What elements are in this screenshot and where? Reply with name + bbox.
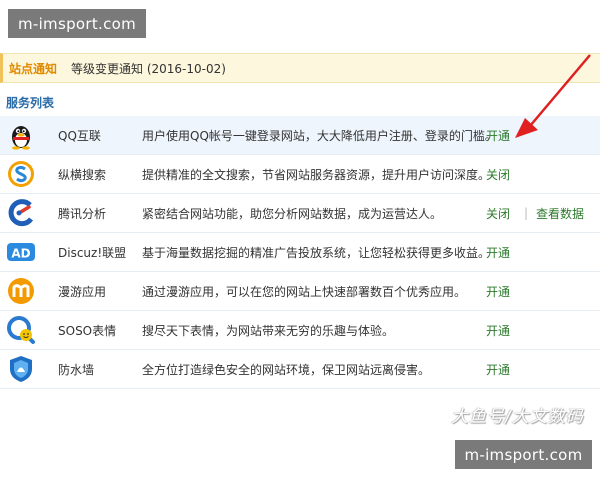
service-list: QQ互联 用户使用QQ帐号一键登录网站，大大降低用户注册、登录的门槛。 开通 纵… [0, 116, 600, 389]
service-row-discuz-union: AD Discuz!联盟 基于海量数据挖掘的精准广告投放系统，让您轻松获得更多收… [0, 233, 600, 272]
service-description: 基于海量数据挖掘的精准广告投放系统，让您轻松获得更多收益。 [142, 245, 491, 260]
service-description: 用户使用QQ帐号一键登录网站，大大降低用户注册、登录的门槛。 [142, 128, 497, 143]
view-data-link[interactable]: 查看数据 [536, 205, 584, 222]
service-action-link[interactable]: 开通 [486, 322, 516, 339]
site-notice-bar: 站点通知 等级变更通知 (2016-10-02) [0, 53, 600, 83]
service-description: 紧密结合网站功能，助您分析网站数据，成为运营达人。 [142, 206, 443, 221]
service-row-roaming-apps: 漫游应用 通过漫游应用，可以在您的网站上快速部署数百个优秀应用。 开通 [0, 272, 600, 311]
service-action-link[interactable]: 开通 [486, 127, 516, 144]
service-name: 纵横搜索 [58, 167, 107, 182]
service-row-analytics: 腾讯分析 紧密结合网站功能，助您分析网站数据，成为运营达人。 关闭 | 查看数据 [0, 194, 600, 233]
service-row-search: 纵横搜索 提供精准的全文搜索，节省网站服务器资源，提升用户访问深度。 关闭 [0, 155, 600, 194]
service-action-link[interactable]: 开通 [486, 244, 516, 261]
watermark-brand: 大鱼号/大文数码 [451, 407, 584, 427]
service-name: 防水墙 [58, 362, 95, 377]
service-description: 搜尽天下表情，为网站带来无穷的乐趣与体验。 [142, 323, 395, 338]
service-action-link[interactable]: 开通 [486, 283, 516, 300]
service-name: 漫游应用 [58, 284, 107, 299]
service-row-soso-emoticons: SOSO表情 搜尽天下表情，为网站带来无穷的乐趣与体验。 开通 [0, 311, 600, 350]
notice-link[interactable]: 等级变更通知 (2016-10-02) [71, 60, 226, 77]
roaming-m-icon [8, 278, 34, 304]
analytics-icon [8, 199, 34, 227]
action-separator: | [524, 206, 529, 220]
service-name: Discuz!联盟 [58, 245, 127, 260]
section-title: 服务列表 [6, 96, 55, 110]
ad-icon: AD [7, 243, 35, 261]
service-description: 通过漫游应用，可以在您的网站上快速部署数百个优秀应用。 [142, 284, 467, 299]
search-s-icon [8, 161, 34, 187]
emoticon-search-icon [7, 316, 35, 344]
service-name: SOSO表情 [58, 323, 117, 338]
service-action-link[interactable]: 开通 [486, 361, 516, 378]
service-action-link[interactable]: 关闭 [486, 205, 516, 222]
service-description: 提供精准的全文搜索，节省网站服务器资源，提升用户访问深度。 [142, 167, 491, 182]
service-description: 全方位打造绿色安全的网站环境，保卫网站远离侵害。 [142, 362, 431, 377]
svg-text:AD: AD [11, 247, 30, 261]
watermark-bottom: m-imsport.com [455, 440, 592, 469]
service-name: 腾讯分析 [58, 206, 107, 221]
service-name: QQ互联 [58, 128, 101, 143]
service-row-qq-connect: QQ互联 用户使用QQ帐号一键登录网站，大大降低用户注册、登录的门槛。 开通 [0, 116, 600, 155]
shield-icon [10, 356, 32, 382]
watermark-top: m-imsport.com [8, 9, 146, 38]
service-action-link[interactable]: 关闭 [486, 166, 516, 183]
service-row-firewall: 防水墙 全方位打造绿色安全的网站环境，保卫网站远离侵害。 开通 [0, 350, 600, 389]
notice-label: 站点通知 [9, 61, 58, 76]
qq-penguin-icon [12, 126, 30, 150]
